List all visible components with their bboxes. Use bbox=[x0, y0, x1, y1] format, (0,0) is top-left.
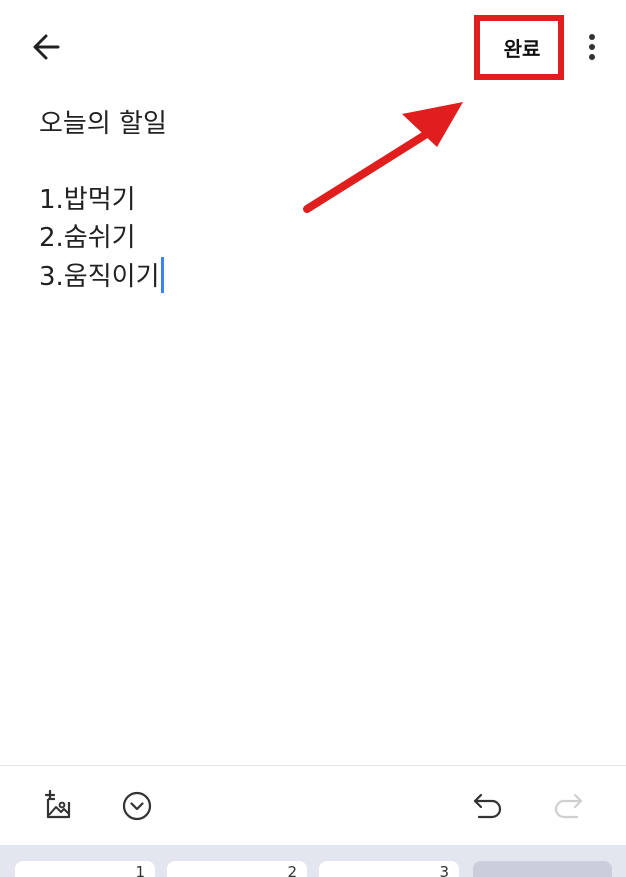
editor-toolbar bbox=[0, 765, 626, 846]
key-3[interactable]: 3 bbox=[319, 861, 459, 877]
redo-icon bbox=[554, 793, 583, 819]
undo-icon bbox=[473, 793, 502, 819]
key-1[interactable]: 1 bbox=[15, 861, 155, 877]
add-image-button[interactable] bbox=[38, 786, 78, 826]
vertical-dots-icon bbox=[589, 34, 595, 60]
note-line-2: 2.숨쉬기 bbox=[39, 223, 136, 253]
expand-circle-icon bbox=[122, 791, 152, 821]
redo-button[interactable] bbox=[548, 786, 588, 826]
undo-button[interactable] bbox=[468, 786, 508, 826]
arrow-left-icon bbox=[33, 34, 60, 60]
add-image-icon bbox=[44, 790, 71, 819]
back-button[interactable] bbox=[22, 26, 70, 68]
expand-button[interactable] bbox=[117, 786, 157, 826]
note-editor-screen: 완료 오늘의 할일 1.밥먹기 2.숨쉬기 3.움직이기 1 2 3 bbox=[0, 0, 626, 877]
note-empty-line bbox=[39, 143, 599, 181]
soft-keyboard: 1 2 3 bbox=[0, 845, 626, 877]
done-button[interactable]: 완료 bbox=[487, 27, 557, 67]
key-function[interactable] bbox=[473, 861, 612, 877]
note-line-1: 1.밥먹기 bbox=[39, 185, 136, 215]
note-line-3: 3.움직이기 bbox=[39, 262, 160, 292]
more-options-button[interactable] bbox=[578, 28, 606, 66]
key-2[interactable]: 2 bbox=[167, 861, 307, 877]
note-content[interactable]: 오늘의 할일 1.밥먹기 2.숨쉬기 3.움직이기 bbox=[39, 105, 599, 295]
text-caret bbox=[160, 257, 164, 293]
note-title-line: 오늘의 할일 bbox=[39, 109, 167, 139]
note-line-3-wrapper: 3.움직이기 bbox=[39, 257, 599, 295]
